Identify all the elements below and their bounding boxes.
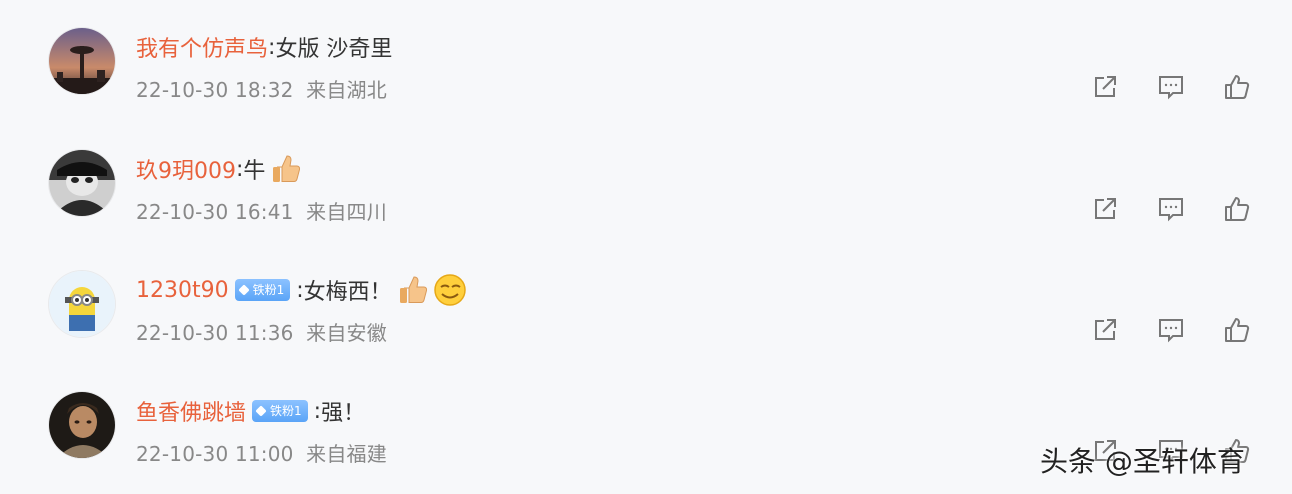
username-link[interactable]: 玖9玥009: [136, 153, 236, 185]
username-link[interactable]: 1230t90: [136, 278, 229, 303]
comment-meta: 22-10-30 11:36 来自安徽: [136, 317, 387, 346]
comment-text: 强！: [321, 401, 366, 426]
diamond-icon: [237, 284, 250, 296]
comment-item: 玖9玥009 : 牛 22-10-30 16:41 来自四川: [0, 122, 1292, 244]
comment-item: 1230t90 铁粉1 : 女梅西！ 22-10-30 11:36 来自安徽: [0, 243, 1292, 365]
share-button[interactable]: [1090, 72, 1120, 102]
comment-button[interactable]: [1156, 72, 1186, 102]
thumbs-up-emoji: [394, 272, 430, 308]
separator: :: [313, 398, 322, 424]
like-button[interactable]: [1222, 194, 1252, 224]
like-icon: [1225, 318, 1250, 342]
location: 来自四川: [306, 200, 387, 224]
diamond-icon: [255, 405, 267, 417]
avatar[interactable]: [49, 28, 115, 94]
separator: :: [268, 34, 276, 60]
timestamp: 22-10-30 16:41: [136, 200, 294, 224]
comment-text: 女版 沙奇里: [275, 37, 393, 62]
comment-meta: 22-10-30 16:41 来自四川: [136, 196, 387, 225]
badge-label: 铁粉1: [252, 283, 285, 297]
comment-icon: [1159, 319, 1183, 343]
comment-button[interactable]: [1156, 315, 1186, 345]
comment-icon: [1159, 198, 1183, 222]
comment-icon: [1159, 76, 1183, 100]
separator: :: [236, 156, 244, 182]
watermark: 头条 @圣轩体育: [1040, 445, 1245, 478]
smirk-emoji: [432, 272, 468, 308]
like-icon: [1225, 197, 1250, 221]
avatar[interactable]: [49, 271, 115, 337]
share-button[interactable]: [1090, 315, 1120, 345]
fan-badge[interactable]: 铁粉1: [234, 279, 291, 301]
timestamp: 22-10-30 11:36: [136, 321, 294, 345]
location: 来自福建: [306, 442, 387, 466]
comment-actions: [1090, 72, 1252, 102]
comment-meta: 22-10-30 11:00 来自福建: [136, 438, 387, 467]
like-button[interactable]: [1222, 72, 1252, 102]
comment-actions: [1090, 315, 1252, 345]
comment-line: 1230t90 铁粉1 : 女梅西！: [136, 273, 468, 307]
like-icon: [1225, 75, 1250, 99]
fan-badge[interactable]: 铁粉1: [252, 400, 308, 422]
share-icon: [1095, 319, 1116, 340]
avatar[interactable]: [49, 392, 115, 458]
comment-meta: 22-10-30 18:32 来自湖北: [136, 74, 387, 103]
comment-line: 鱼香佛跳墙 铁粉1 : 强！: [136, 394, 365, 428]
comment-item: 我有个仿声鸟 : 女版 沙奇里 22-10-30 18:32 来自湖北: [0, 0, 1292, 122]
location: 来自湖北: [306, 78, 387, 102]
thumbs-up-emoji: [267, 151, 303, 187]
comment-feed: 我有个仿声鸟 : 女版 沙奇里 22-10-30 18:32 来自湖北 玖9玥0…: [0, 0, 1292, 494]
share-icon: [1095, 198, 1116, 219]
username-link[interactable]: 鱼香佛跳墙: [136, 395, 246, 427]
badge-label: 铁粉1: [270, 404, 302, 418]
comment-line: 我有个仿声鸟 : 女版 沙奇里: [136, 30, 392, 64]
like-button[interactable]: [1222, 315, 1252, 345]
comment-button[interactable]: [1156, 194, 1186, 224]
share-button[interactable]: [1090, 194, 1120, 224]
separator: :: [296, 277, 304, 303]
timestamp: 22-10-30 18:32: [136, 78, 294, 102]
comment-line: 玖9玥009 : 牛: [136, 152, 303, 186]
location: 来自安徽: [306, 321, 387, 345]
comment-actions: [1090, 194, 1252, 224]
comment-text: 牛: [243, 159, 266, 184]
timestamp: 22-10-30 11:00: [136, 442, 294, 466]
username-link[interactable]: 我有个仿声鸟: [136, 31, 268, 63]
avatar[interactable]: [49, 150, 115, 216]
share-icon: [1095, 76, 1116, 97]
comment-text: 女梅西！: [303, 280, 392, 305]
